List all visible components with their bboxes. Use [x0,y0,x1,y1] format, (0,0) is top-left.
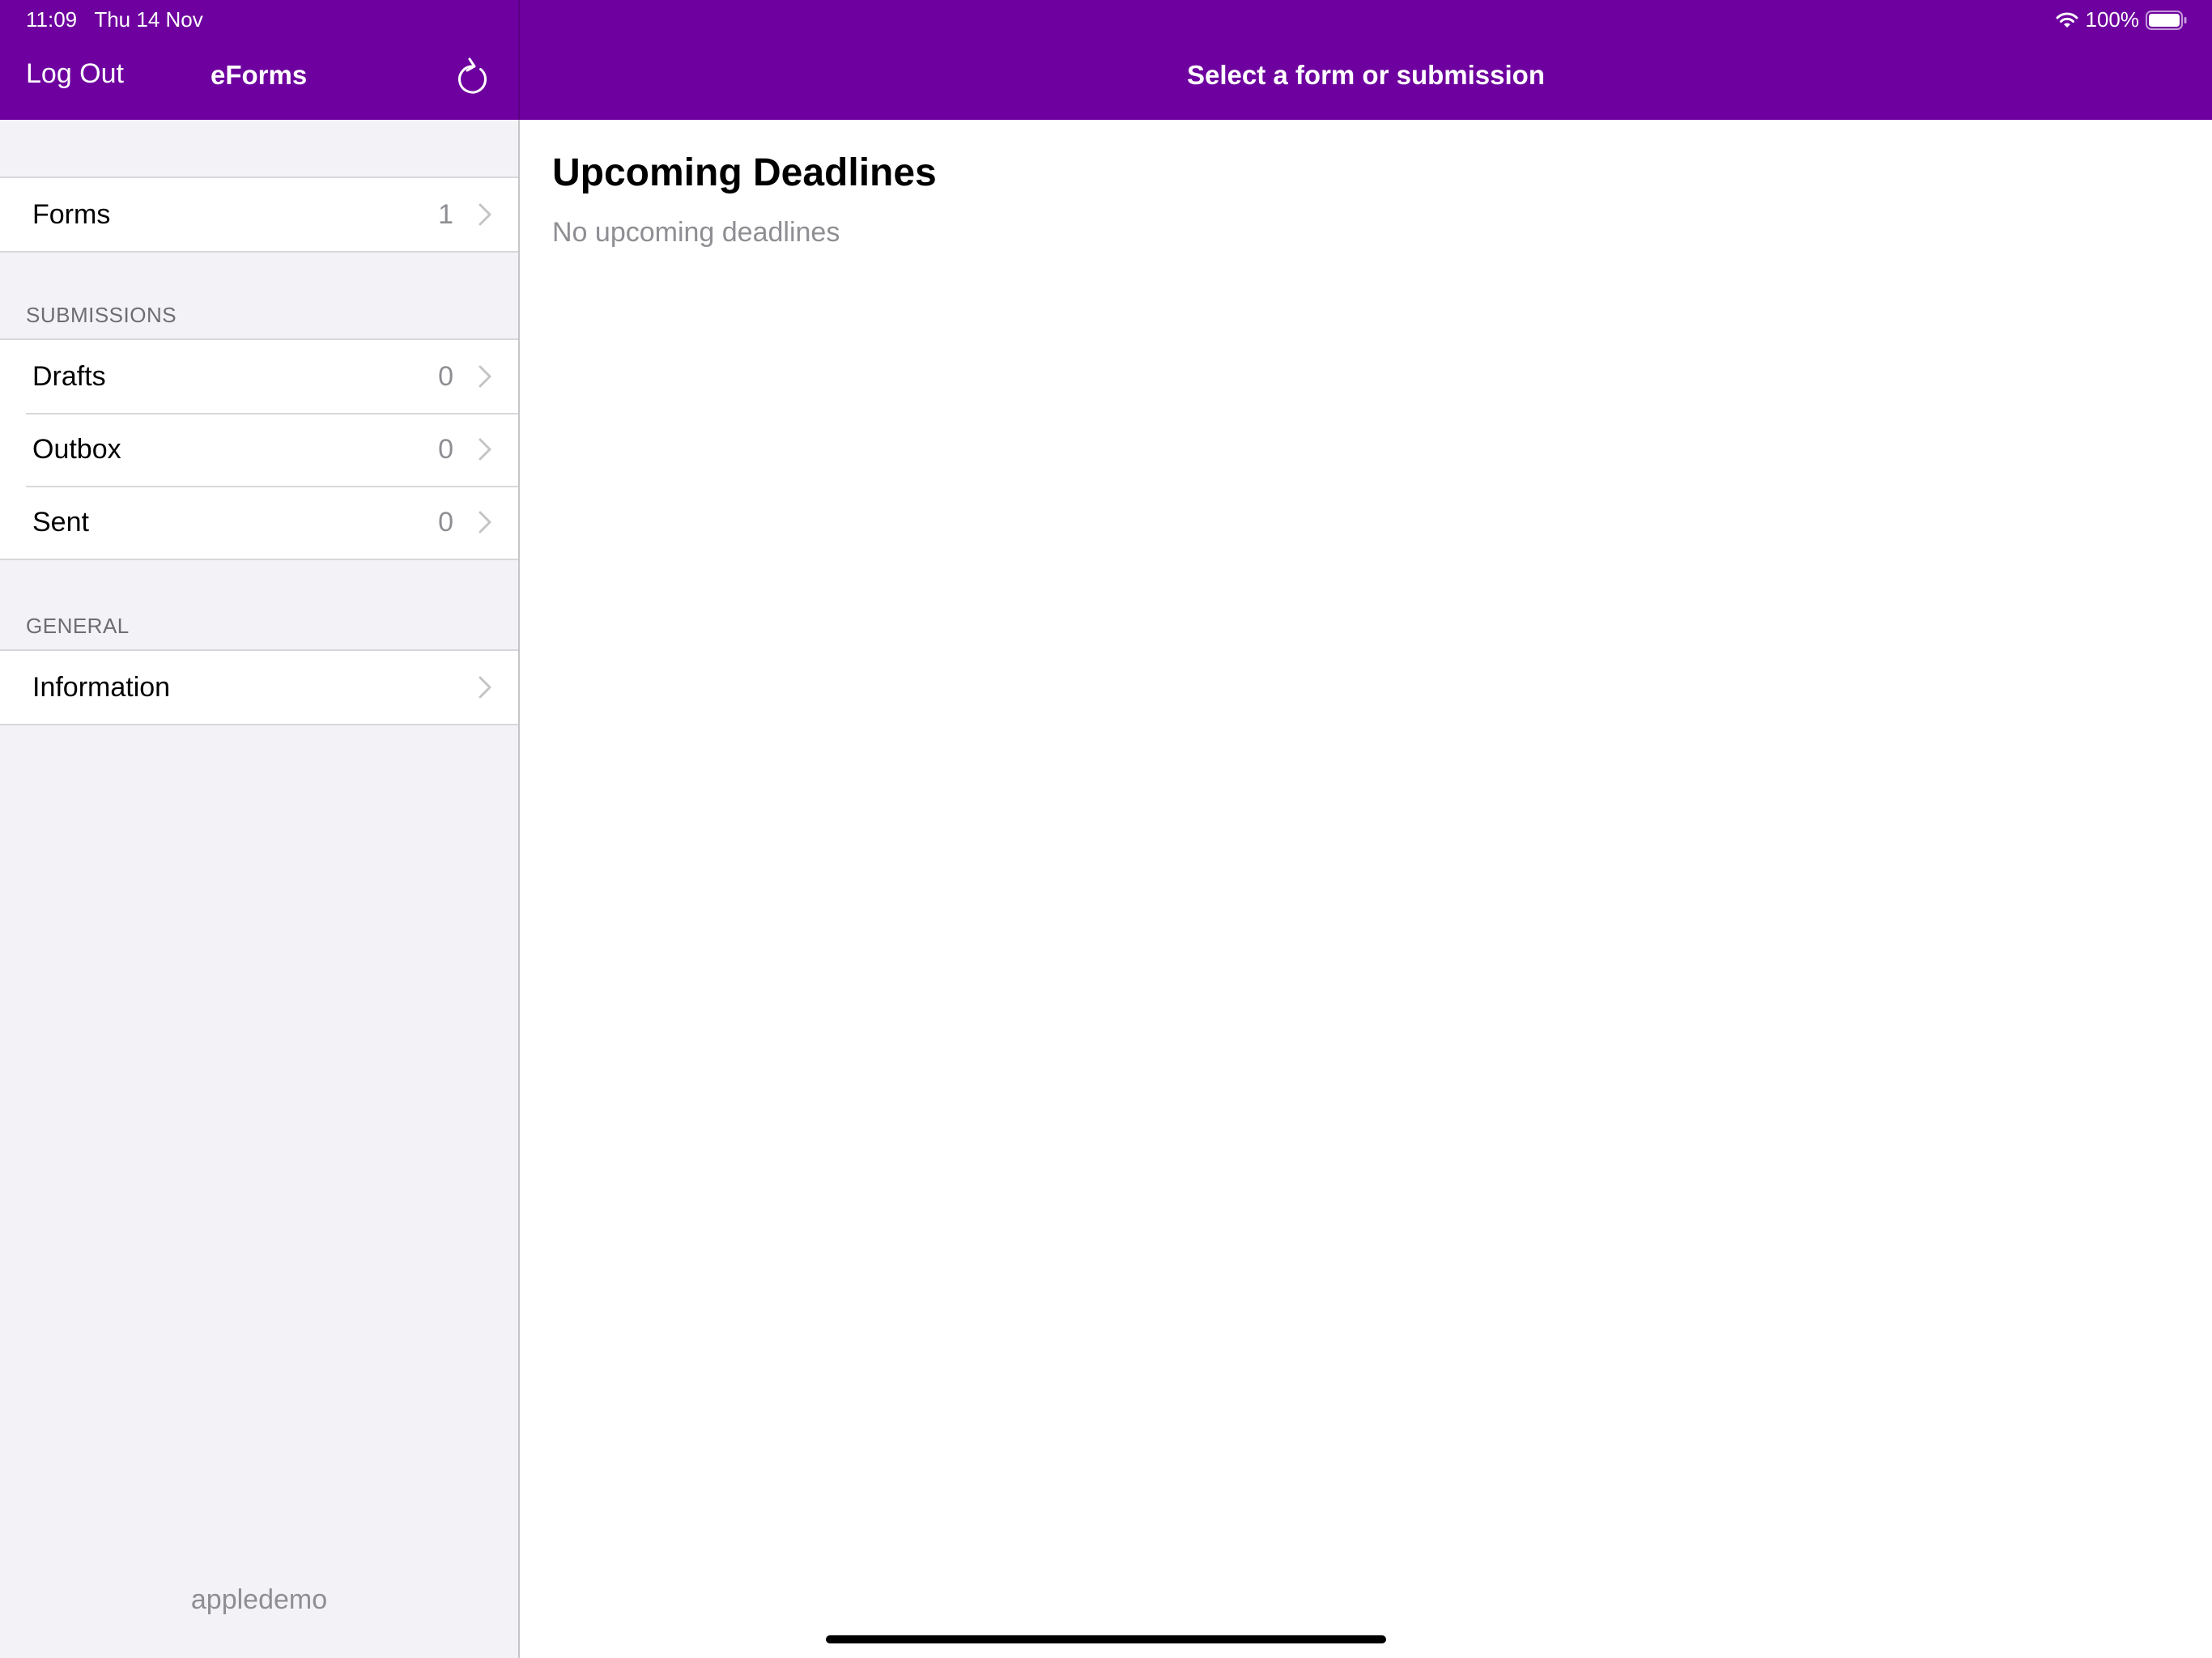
chevron-right-icon [479,511,491,534]
sidebar-item-outbox[interactable]: Outbox 0 [0,413,518,486]
status-date: Thu 14 Nov [94,7,203,32]
logout-button[interactable]: Log Out [26,58,124,90]
status-bar-clock: 11:09 Thu 14 Nov [26,7,203,32]
section-header-general: GENERAL [26,614,130,638]
chevron-right-icon [479,676,491,699]
chevron-right-icon [479,438,491,461]
wifi-icon [2056,12,2078,28]
forms-count: 1 [438,198,453,230]
status-bar-indicators: 100% [2055,7,2189,32]
app-title: eForms [211,60,308,90]
account-name: appledemo [190,1584,328,1615]
drafts-label: Drafts [32,360,106,392]
sent-count: 0 [438,506,453,538]
drafts-count: 0 [438,360,453,392]
sidebar-item-sent[interactable]: Sent 0 [0,486,518,559]
section-header-submissions: SUBMISSIONS [26,303,177,327]
forms-group: Forms 1 [0,176,518,253]
outbox-count: 0 [438,433,453,465]
forms-label: Forms [32,198,111,230]
sidebar-item-drafts[interactable]: Drafts 0 [0,340,518,413]
submissions-group: Drafts 0 Outbox 0 Sent 0 [0,338,518,560]
top-bar: 11:09 Thu 14 Nov 100% Log Out eForms Sel… [0,0,2212,120]
refresh-icon [458,57,487,94]
sent-label: Sent [32,506,89,538]
home-indicator[interactable] [826,1635,1386,1643]
chevron-right-icon [479,365,491,388]
general-group: Information [0,649,518,725]
sidebar-item-forms[interactable]: Forms 1 [0,178,518,251]
sidebar-item-information[interactable]: Information [0,651,518,724]
outbox-label: Outbox [32,433,121,465]
information-label: Information [32,671,171,703]
refresh-button[interactable] [453,55,492,97]
no-deadlines-message: No upcoming deadlines [552,217,840,248]
status-time: 11:09 [26,7,78,32]
upcoming-deadlines-heading: Upcoming Deadlines [552,151,937,194]
detail-pane: Upcoming Deadlines No upcoming deadlines [520,120,2212,1658]
detail-title: Select a form or submission [1187,60,1545,90]
battery-icon [2146,10,2187,30]
battery-percentage: 100% [2085,7,2140,32]
chevron-right-icon [479,203,491,226]
app-root: 11:09 Thu 14 Nov 100% Log Out eForms Sel… [0,0,2212,1658]
sidebar: Forms 1 SUBMISSIONS Drafts 0 Outbox 0 Se… [0,120,518,1658]
